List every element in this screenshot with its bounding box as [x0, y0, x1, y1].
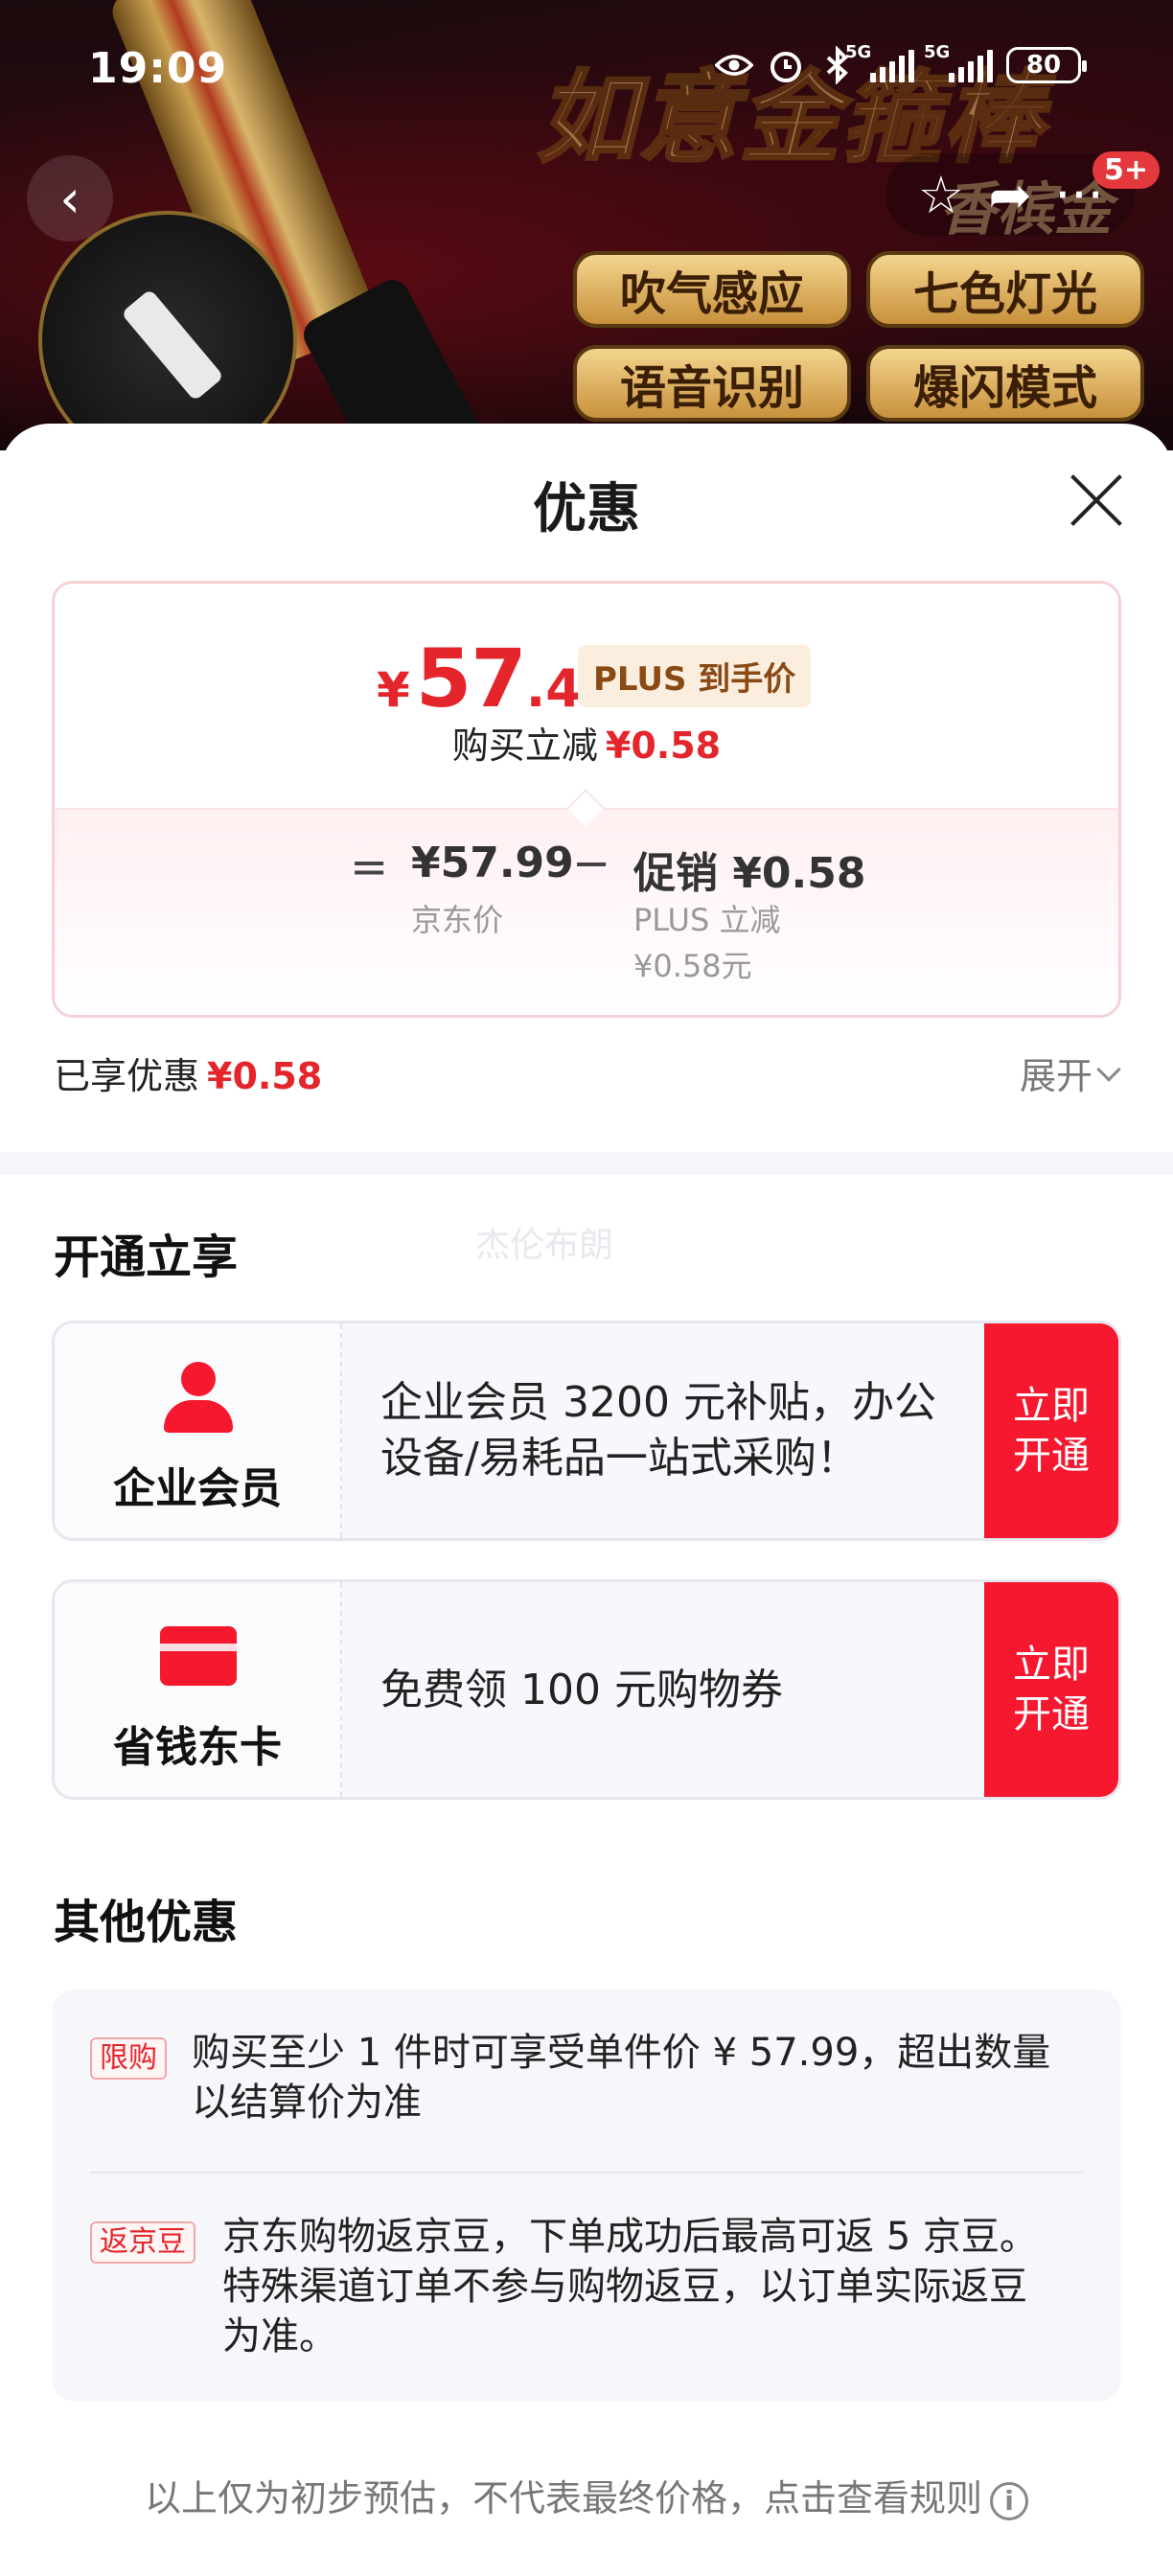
limit-purchase-row: 限购	[90, 2037, 167, 2080]
jd-price-label: 京东价	[411, 902, 504, 938]
feature-voice-recognition: 语音识别	[573, 345, 851, 422]
enjoyed-discount: 已享优惠 ¥0.58	[54, 1055, 323, 1097]
feature-buttons: 吹气感应 七色灯光 语音识别 爆闪模式	[573, 251, 1148, 422]
card-icon	[160, 1626, 237, 1686]
open-section-title: 开通立享	[54, 1230, 239, 1284]
signal-5g-icon-2: 5G	[924, 42, 993, 82]
other-discounts-box: 限购 购买至少 1 件时可享受单件价 ¥ 57.99，超出数量 以结算价为准 返…	[52, 1990, 1121, 2402]
plus-reduction-amount: ¥0.58元	[633, 948, 752, 984]
purchase-reduction: 购买立减 ¥0.58	[451, 724, 722, 767]
eye-icon	[715, 46, 753, 84]
status-time: 19:09	[88, 44, 228, 93]
info-icon: i	[990, 2481, 1028, 2520]
savings-card-card[interactable]: 省钱东卡 免费领 100 元购物券 立即 开通	[52, 1579, 1121, 1800]
minus-sign: −	[572, 837, 611, 890]
promo-value: 促销 ¥0.58	[633, 849, 866, 898]
chevron-left-icon: ‹	[59, 168, 80, 229]
jd-price-value: ¥57.99	[411, 839, 574, 887]
discount-sheet: 优惠 ¥ 57 .41 PLUS 到手价 购买立减 ¥0.58 = ¥57.99 …	[0, 424, 1173, 2576]
sheet-title: 优惠	[533, 478, 640, 540]
savings-card-open-button[interactable]: 立即 开通	[984, 1582, 1118, 1797]
savings-card-desc: 免费领 100 元购物券	[380, 1666, 783, 1714]
savings-card-name: 省钱东卡	[113, 1723, 282, 1772]
price-calculation: = ¥57.99 京东价 − 促销 ¥0.58 PLUS 立减 ¥0.58元	[55, 837, 1118, 990]
feature-seven-color-light: 七色灯光	[866, 251, 1144, 328]
chevron-down-icon	[1096, 1056, 1121, 1082]
jd-beans-row: 返京豆	[90, 2221, 196, 2264]
limit-purchase-text: 购买至少 1 件时可享受单件价 ¥ 57.99，超出数量 以结算价为准	[192, 2031, 1051, 2125]
feature-blow-sensing: 吹气感应	[573, 251, 851, 328]
other-section-title: 其他优惠	[54, 1896, 239, 1949]
enterprise-member-card[interactable]: 企业会员 企业会员 3200 元补贴，办公 设备/易耗品一站式采购！ 立即 开通	[52, 1321, 1121, 1541]
feature-flash-mode: 爆闪模式	[866, 345, 1144, 422]
section-divider	[0, 1152, 1173, 1175]
message-count-badge: 5+	[1092, 151, 1160, 189]
back-button[interactable]: ‹	[27, 155, 113, 242]
status-bar: 19:09 5G 5G 80	[0, 38, 1173, 105]
status-icons: 5G 5G 80	[715, 42, 1087, 84]
limit-purchase-tag: 限购	[90, 2037, 167, 2080]
jd-beans-tag: 返京豆	[90, 2221, 196, 2264]
expand-button[interactable]: 展开	[1020, 1046, 1121, 1099]
enterprise-member-desc: 企业会员 3200 元补贴，办公 设备/易耗品一站式采购！	[380, 1378, 936, 1483]
plus-reduction-label: PLUS 立减	[633, 902, 781, 938]
close-button[interactable]	[1068, 472, 1125, 529]
plus-price-tag: PLUS 到手价	[578, 645, 812, 707]
product-banner: 如意金箍棒 香槟金 19:09 5G 5G 80 ‹ ☆ ➦ ··· 5+ 吹气…	[0, 0, 1173, 450]
enterprise-member-name: 企业会员	[113, 1464, 282, 1513]
jd-beans-text: 京东购物返京豆，下单成功后最高可返 5 京豆。 特殊渠道订单不参与购物返豆，以订…	[222, 2215, 1038, 2358]
share-icon[interactable]: ➦	[979, 161, 1041, 228]
rules-note-link[interactable]: 以上仅为初步预估，不代表最终价格，点击查看规则 i	[0, 2469, 1173, 2521]
battery-icon: 80	[1006, 47, 1087, 83]
enterprise-member-open-button[interactable]: 立即 开通	[984, 1323, 1118, 1538]
user-icon	[160, 1362, 237, 1435]
watermark-text: 杰伦布朗	[475, 1226, 614, 1265]
price-card: ¥ 57 .41 PLUS 到手价 购买立减 ¥0.58 = ¥57.99 京东价…	[52, 581, 1121, 1018]
equals-sign: =	[350, 840, 389, 894]
signal-5g-icon-1: 5G	[845, 42, 914, 82]
alarm-icon	[767, 46, 805, 84]
star-icon[interactable]: ☆	[910, 161, 972, 228]
